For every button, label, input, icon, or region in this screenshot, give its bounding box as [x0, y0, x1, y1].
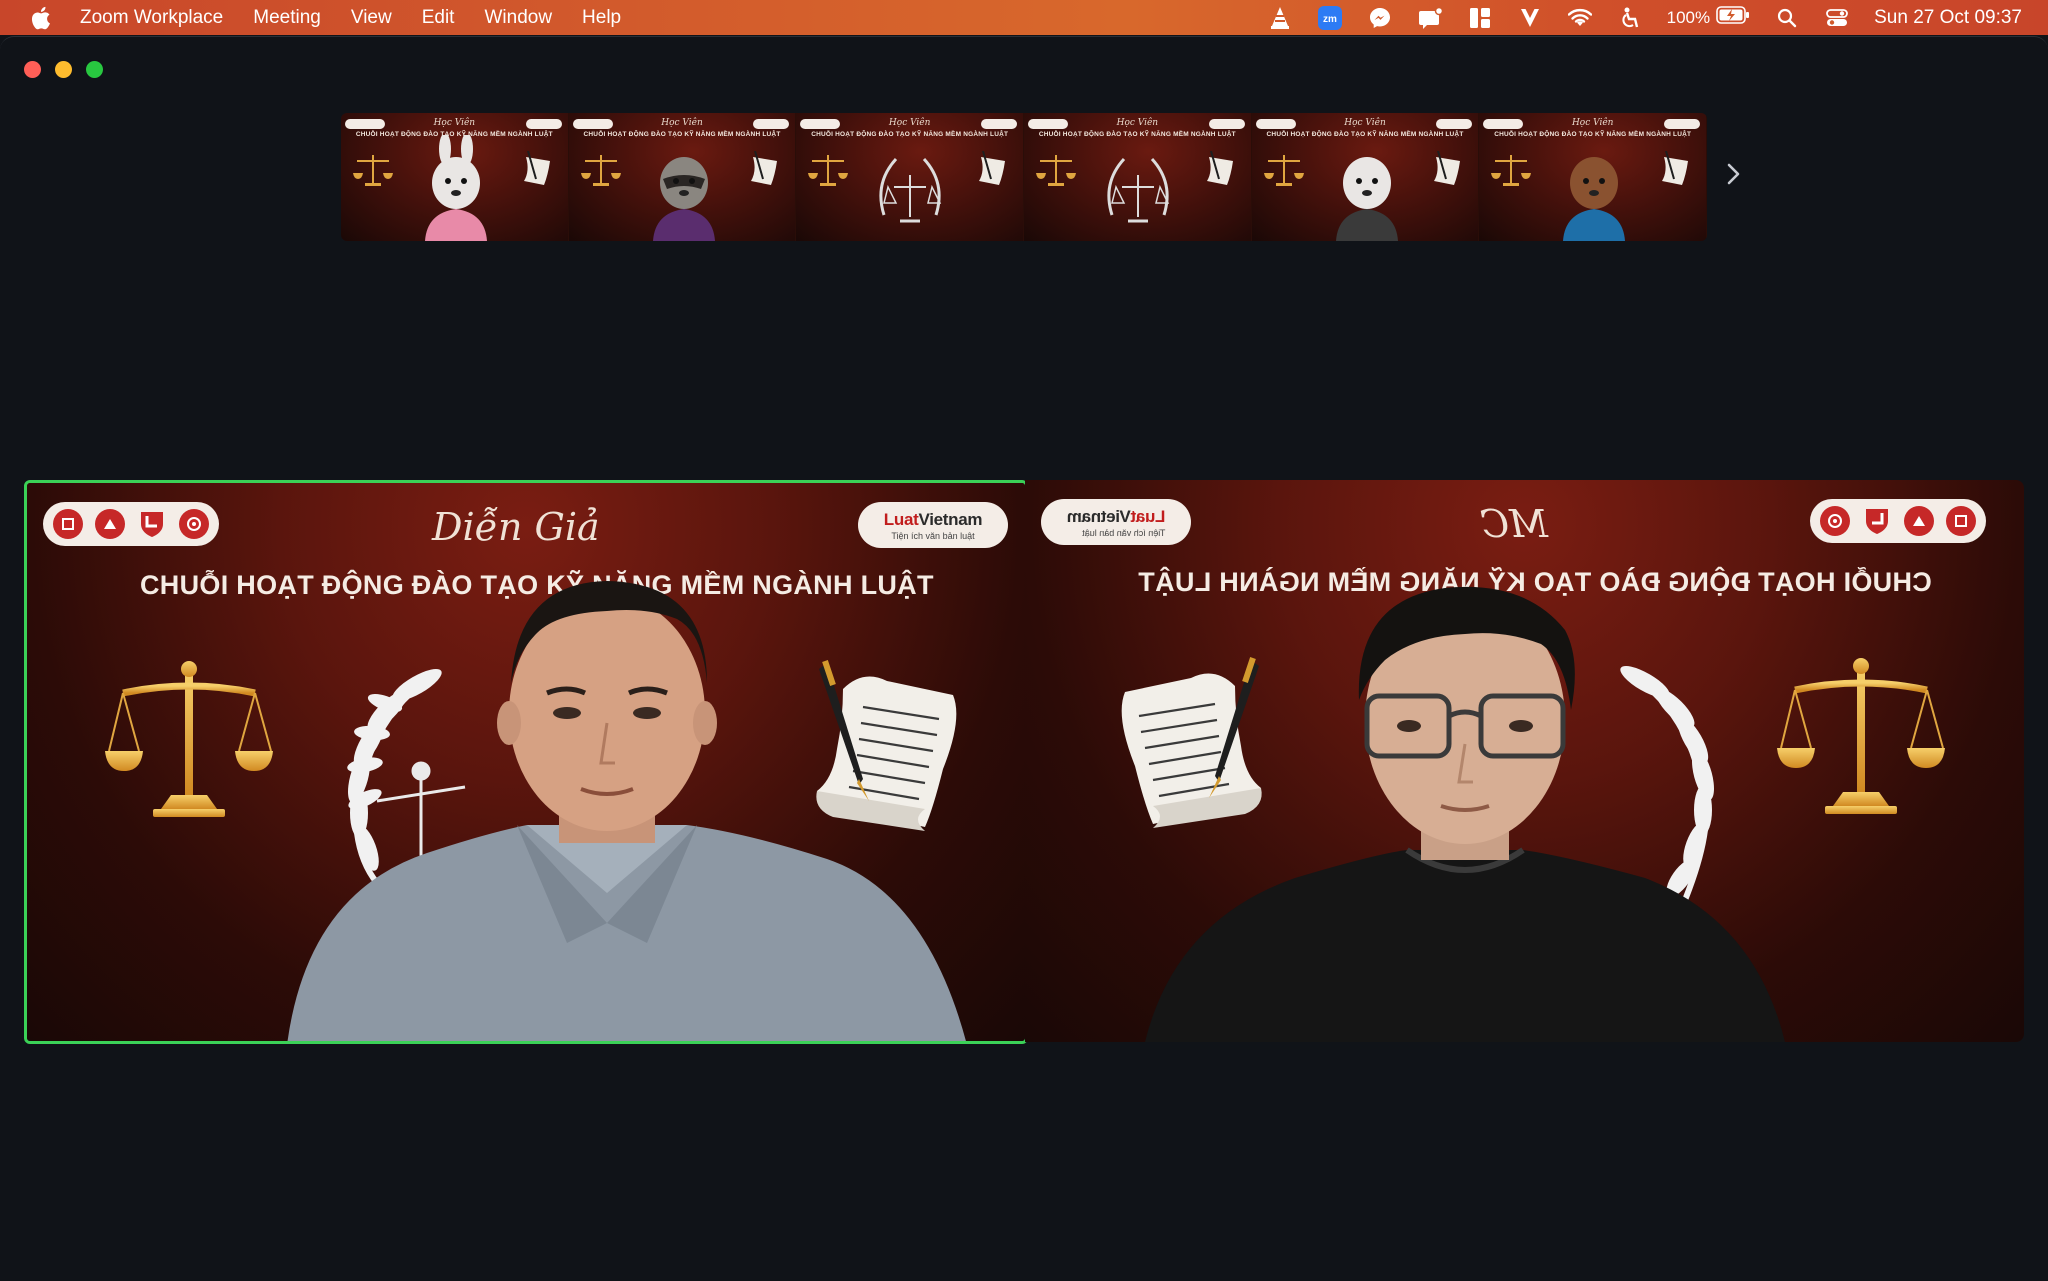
thumb-banner-title: CHUỖI HOẠT ĐỘNG ĐÀO TẠO KỸ NĂNG MỀM NGÀN…	[1038, 131, 1236, 138]
participant-video-mc	[1145, 586, 1785, 1042]
luatvietnam-logo-mirrored: LuatVietnam Tiện ích văn bản luật	[1041, 499, 1191, 545]
scroll-quill-icon	[1662, 151, 1689, 185]
scales-of-justice-icon	[1777, 658, 1945, 814]
menubar-clock[interactable]: Sun 27 Oct 09:37	[1874, 7, 2022, 29]
bunny-avatar-icon	[425, 135, 487, 241]
messenger-icon[interactable]	[1367, 6, 1393, 30]
logo-text-a: Luat	[883, 509, 919, 529]
grid-icon[interactable]	[1467, 6, 1493, 30]
scales-of-justice-icon	[353, 155, 393, 186]
menu-bar: Zoom Workplace Meeting View Edit Window …	[0, 0, 2048, 35]
partner-logo-icon	[1820, 506, 1850, 536]
polar-bear-avatar-icon	[1335, 157, 1398, 241]
window-maximize-button[interactable]	[86, 61, 103, 78]
menu-help[interactable]: Help	[582, 7, 621, 29]
participant-thumbnail[interactable]: Học Viên CHUỖI HOẠT ĐỘNG ĐÀO TẠO KỸ NĂNG…	[1251, 113, 1480, 241]
beaver-avatar-icon	[1563, 157, 1626, 241]
laurel-wreath-icon	[1107, 157, 1170, 223]
thumb-role-script: Học Viên	[1344, 118, 1386, 128]
scales-of-justice-icon	[1491, 155, 1532, 186]
v-icon[interactable]	[1517, 6, 1543, 30]
scroll-quill-icon	[751, 151, 778, 185]
slide-role-script: MC	[1480, 502, 1548, 546]
control-center-icon[interactable]	[1824, 6, 1850, 30]
partner-logo-icon	[179, 509, 209, 539]
partner-logo-icon	[1946, 506, 1976, 536]
thumb-role-script: Học Viên	[661, 118, 703, 128]
scroll-quill-icon	[1434, 151, 1461, 185]
participant-video-speaker	[287, 581, 966, 1041]
video-tile-speaker[interactable]: Diễn Giả LuatVietnam Tiện ích văn bản lu…	[24, 480, 1028, 1044]
participant-thumbnail[interactable]: Học Viên CHUỖI HOẠT ĐỘNG ĐÀO TẠO KỸ NĂNG…	[341, 113, 569, 241]
wifi-icon[interactable]	[1567, 6, 1593, 30]
battery-icon[interactable]	[1716, 5, 1750, 30]
slide-role-script: Diễn Giả	[432, 505, 600, 549]
scales-of-justice-icon	[808, 155, 849, 186]
video-tile-mc[interactable]: LuatVietnam Tiện ích văn bản luật MC CHU…	[1025, 480, 2024, 1042]
thumb-role-script: Học Viên	[1116, 118, 1159, 128]
chevron-right-icon[interactable]	[1718, 159, 1748, 189]
thumb-role-script: Học Viên	[1571, 118, 1614, 128]
logo-tagline: Tiện ích văn bản luật	[1081, 527, 1166, 538]
zoom-tray-text: zm	[1323, 14, 1337, 25]
laurel-wreath-icon	[879, 157, 942, 223]
partner-logo-icon	[1904, 506, 1934, 536]
zoom-icon[interactable]: zm	[1317, 5, 1343, 30]
scales-of-justice-icon	[580, 155, 621, 186]
zoom-window: Học Viên CHUỖI HOẠT ĐỘNG ĐÀO TẠO KỸ NĂNG…	[0, 36, 2048, 1281]
partner-shield-icon	[1862, 506, 1892, 536]
logo-tagline: Tiện ích văn bản luật	[891, 530, 975, 541]
vlc-icon[interactable]	[1267, 6, 1293, 30]
window-close-button[interactable]	[24, 61, 41, 78]
participant-thumbnail[interactable]: Học Viên CHUỖI HOẠT ĐỘNG ĐÀO TẠO KỸ NĂNG…	[1024, 113, 1252, 241]
thumb-role-script: Học Viên	[433, 118, 476, 128]
battery-percent[interactable]: 100%	[1667, 8, 1710, 28]
scales-of-justice-icon	[105, 661, 273, 817]
raccoon-avatar-icon	[652, 157, 715, 241]
partner-logo-icon	[95, 509, 125, 539]
partner-logos-pill	[1810, 499, 1986, 543]
thumb-role-script: Học Viên	[888, 118, 931, 128]
participant-thumbnail[interactable]: Học Viên CHUỖI HOẠT ĐỘNG ĐÀO TẠO KỸ NĂNG…	[1479, 113, 1707, 241]
luatvietnam-logo: LuatVietnam Tiện ích văn bản luật	[858, 502, 1008, 548]
slide-role-script-text: MC	[1480, 502, 1548, 546]
accessibility-icon[interactable]	[1617, 6, 1643, 30]
apple-icon[interactable]	[30, 6, 52, 30]
scales-of-justice-icon	[1036, 155, 1077, 186]
participant-thumbnail[interactable]: Học Viên CHUỖI HOẠT ĐỘNG ĐÀO TẠO KỸ NĂNG…	[796, 113, 1025, 241]
menu-meeting[interactable]: Meeting	[253, 7, 321, 29]
menu-edit[interactable]: Edit	[422, 7, 455, 29]
menu-app-name[interactable]: Zoom Workplace	[80, 7, 223, 29]
partner-shield-icon	[137, 509, 167, 539]
logo-text-b: Vietnam	[1066, 506, 1131, 526]
logo-text-b: Vietnam	[918, 509, 983, 529]
scroll-quill-icon	[523, 151, 550, 185]
partner-logo-icon	[53, 509, 83, 539]
scroll-quill-icon	[1206, 151, 1233, 185]
menu-view[interactable]: View	[351, 7, 392, 29]
partner-logos-pill	[43, 502, 219, 546]
scales-of-justice-icon	[1263, 155, 1304, 186]
notification-icon[interactable]	[1417, 6, 1443, 30]
logo-text-a: Luat	[1130, 506, 1166, 526]
thumb-banner-title: CHUỖI HOẠT ĐỘNG ĐÀO TẠO KỸ NĂNG MỀM NGÀN…	[811, 131, 1009, 138]
menu-window[interactable]: Window	[484, 7, 552, 29]
search-icon[interactable]	[1774, 6, 1800, 30]
scroll-quill-icon	[979, 151, 1006, 185]
window-minimize-button[interactable]	[55, 61, 72, 78]
participant-thumbnail-strip: Học Viên CHUỖI HOẠT ĐỘNG ĐÀO TẠO KỸ NĂNG…	[341, 113, 1707, 241]
participant-thumbnail[interactable]: Học Viên CHUỖI HOẠT ĐỘNG ĐÀO TẠO KỸ NĂNG…	[568, 113, 797, 241]
